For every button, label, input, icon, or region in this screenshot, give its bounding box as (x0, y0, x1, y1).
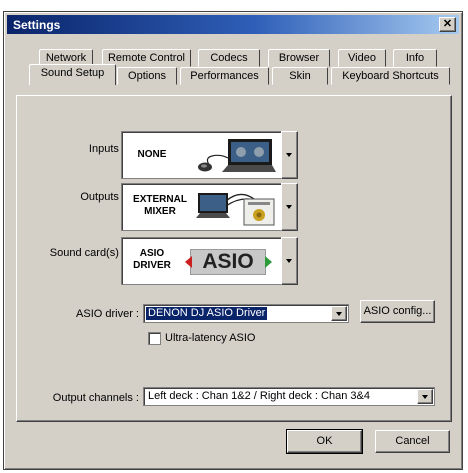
sound-card-value-line2: DRIVER (133, 260, 171, 271)
tab-video[interactable]: Video (338, 49, 386, 67)
output-channels-dropdown-button[interactable] (417, 389, 433, 404)
chevron-down-icon (422, 395, 428, 399)
tab-keyboard-shortcuts[interactable]: Keyboard Shortcuts (331, 67, 450, 85)
asio-config-button[interactable]: ASIO config... (360, 300, 435, 323)
tab-label: Options (128, 70, 166, 82)
outputs-value: EXTERNAL MIXER (126, 194, 194, 218)
outputs-selector[interactable]: EXTERNAL MIXER (121, 183, 283, 231)
sound-setup-panel: Inputs : NONE Outputs : EXTERNAL MIXER S… (16, 95, 452, 422)
cancel-button[interactable]: Cancel (375, 430, 450, 453)
tab-label: Keyboard Shortcuts (342, 70, 439, 82)
chevron-down-icon (286, 259, 292, 263)
sound-card-label: Sound card(s) : (49, 247, 125, 259)
window-title: Settings (13, 18, 61, 32)
tab-skin[interactable]: Skin (272, 67, 328, 85)
output-channels-label: Output channels : (52, 392, 139, 404)
asio-driver-label: ASIO driver : (76, 308, 139, 320)
outputs-value-line1: EXTERNAL (133, 194, 187, 205)
inputs-value: NONE (137, 149, 167, 160)
outputs-label: Outputs : (80, 191, 125, 203)
chevron-down-icon (336, 312, 342, 316)
tab-label: Remote Control (107, 52, 186, 64)
green-arrow-icon (265, 256, 272, 268)
title-bar[interactable]: Settings ✕ (7, 15, 459, 34)
asio-driver-dropdown-button[interactable] (331, 306, 347, 321)
ok-label: OK (316, 435, 333, 447)
tab-label: Video (348, 52, 376, 64)
asio-logo-text: ASIO (202, 250, 254, 273)
tab-label: Network (45, 52, 87, 64)
settings-dialog: Settings ✕ Network Remote Control Codecs… (3, 11, 463, 470)
tab-label: Info (405, 52, 425, 64)
tab-codecs[interactable]: Codecs (198, 49, 260, 67)
cancel-label: Cancel (395, 435, 430, 447)
tab-options[interactable]: Options (117, 67, 177, 85)
close-icon: ✕ (442, 18, 453, 30)
ultra-latency-label: Ultra-latency ASIO (165, 332, 256, 344)
sound-card-value: ASIO DRIVER (126, 248, 178, 272)
sound-card-dropdown-button[interactable] (281, 237, 298, 285)
output-channels-select[interactable]: Left deck : Chan 1&2 / Right deck : Chan… (143, 387, 435, 406)
output-channels-value: Left deck : Chan 1&2 / Right deck : Chan… (148, 390, 370, 402)
sound-card-selector[interactable]: ASIO DRIVER ASIO (121, 237, 283, 285)
tab-label: Sound Setup (40, 67, 105, 79)
tab-label: Skin (289, 70, 311, 82)
asio-driver-value: DENON DJ ASIO Driver (146, 307, 268, 320)
tab-browser[interactable]: Browser (268, 49, 330, 67)
close-button[interactable]: ✕ (439, 17, 456, 32)
inputs-label: Inputs : (88, 143, 125, 155)
asio-driver-select[interactable]: DENON DJ ASIO Driver (143, 304, 349, 323)
asio-config-label: ASIO config... (363, 305, 432, 317)
outputs-value-line2: MIXER (144, 206, 176, 217)
chevron-down-icon (286, 205, 292, 209)
tab-label: Performances (190, 70, 259, 82)
sound-card-value-line1: ASIO (139, 248, 165, 259)
tab-label: Browser (278, 52, 320, 64)
tab-sound-setup[interactable]: Sound Setup (29, 64, 116, 85)
inputs-dropdown-button[interactable] (281, 131, 298, 179)
ok-button[interactable]: OK (286, 429, 363, 454)
laptop-mixer-icon (196, 193, 275, 226)
asio-logo: ASIO (185, 249, 272, 275)
inputs-selector[interactable]: NONE (121, 131, 283, 179)
tab-label: Codecs (210, 52, 248, 64)
chevron-down-icon (286, 153, 292, 157)
laptop-mouse-icon (198, 139, 276, 172)
tab-performances[interactable]: Performances (180, 67, 269, 85)
ultra-latency-checkbox[interactable] (148, 332, 161, 345)
tab-info[interactable]: Info (393, 49, 437, 67)
outputs-dropdown-button[interactable] (281, 183, 298, 231)
